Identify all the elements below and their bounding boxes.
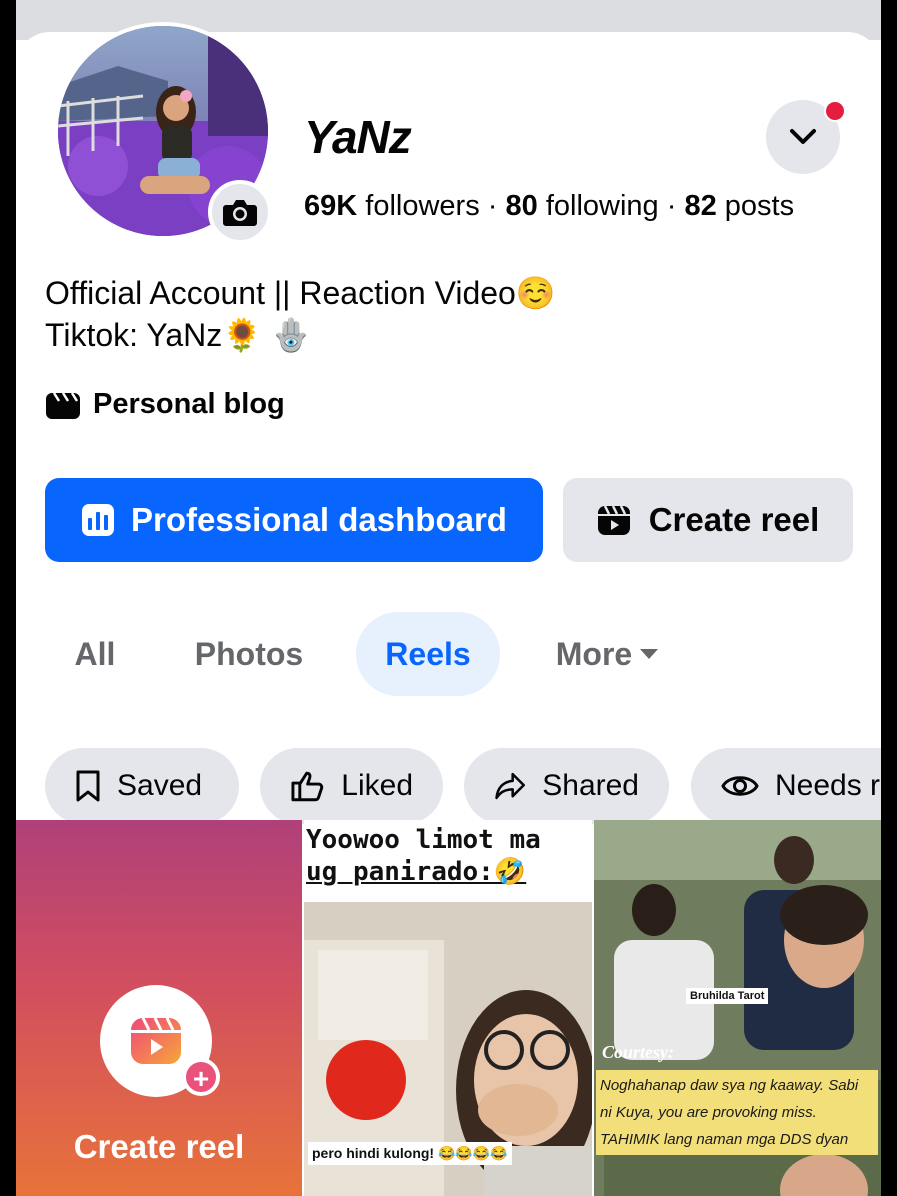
create-reel-tile[interactable]: + Create reel <box>16 820 302 1196</box>
tab-label: More <box>555 635 633 672</box>
filter-label: Shared <box>542 769 639 802</box>
reel-caption-line-1: Yoowoo limot ma <box>306 825 541 855</box>
create-reel-label: Create reel <box>648 501 820 538</box>
following-count[interactable]: 80 <box>506 190 538 222</box>
followers-count[interactable]: 69K <box>304 190 357 222</box>
reel-icon <box>597 505 630 535</box>
filter-label: Needs r <box>775 769 881 802</box>
reel-caption: Yoowoo limot ma ug panirado:🤣 <box>304 820 592 902</box>
reel-watermark-tag: Bruhilda Tarot <box>686 988 769 1004</box>
posts-label: posts <box>724 190 795 222</box>
share-icon <box>495 772 525 800</box>
filter-label: Liked <box>341 769 413 802</box>
profile-stats: 69K followers · 80 following · 82 posts <box>304 190 794 223</box>
create-reel-button[interactable]: Create reel <box>563 478 853 562</box>
thumbs-up-icon <box>291 771 324 802</box>
stats-separator: · <box>666 190 677 222</box>
plus-icon: + <box>182 1058 220 1096</box>
professional-dashboard-button[interactable]: Professional dashboard <box>45 478 543 562</box>
filter-saved[interactable]: Saved <box>45 748 239 824</box>
tab-label: All <box>74 635 116 672</box>
profile-bio: Official Account || Reaction Video☺️ Tik… <box>45 272 556 356</box>
stats-separator: · <box>487 190 498 222</box>
following-label[interactable]: following <box>546 190 659 222</box>
tab-reels[interactable]: Reels <box>356 612 500 696</box>
profile-screen: YaNz 69K followers · 80 following · 82 p… <box>16 0 881 1196</box>
reel-caption-line-2: ug panirado:🤣 <box>306 857 527 887</box>
tab-label: Reels <box>385 635 471 672</box>
posts-count: 82 <box>684 190 717 222</box>
professional-dashboard-label: Professional dashboard <box>131 501 507 538</box>
tab-all[interactable]: All <box>58 612 132 696</box>
filter-shared[interactable]: Shared <box>464 748 669 824</box>
bio-line-1: Official Account || Reaction Video☺️ <box>45 275 556 311</box>
reel-subtitle: pero hindi kulong! 😂😂😂😂 <box>308 1142 512 1165</box>
tab-label: Photos <box>194 635 304 672</box>
clapperboard-icon <box>46 391 80 419</box>
change-photo-button[interactable] <box>208 180 272 244</box>
profile-category: Personal blog <box>45 388 285 421</box>
chevron-down-icon <box>790 129 816 144</box>
tab-more[interactable]: More <box>546 612 670 696</box>
reel-courtesy: Courtesy: <box>602 1042 674 1062</box>
bookmark-icon <box>76 770 100 802</box>
caret-down-icon <box>640 649 659 659</box>
filter-label: Saved <box>117 769 203 802</box>
tab-photos[interactable]: Photos <box>184 612 314 696</box>
category-label: Personal blog <box>93 388 285 420</box>
bio-line-2: Tiktok: YaNz🌻 🪬 <box>45 317 311 353</box>
reel-caption: Noghahanap daw sya ng kaaway. Sabi ni Ku… <box>596 1070 878 1155</box>
reel-thumbnail[interactable]: Yoowoo limot ma ug panirado:🤣 pero hindi… <box>304 820 592 1196</box>
eye-icon <box>721 776 759 796</box>
notification-dot <box>824 100 846 122</box>
reel-thumbnail[interactable]: Bruhilda Tarot Courtesy: Noghahanap daw … <box>594 820 881 1196</box>
reels-logo-icon <box>131 1017 181 1064</box>
filter-liked[interactable]: Liked <box>260 748 443 824</box>
profile-name: YaNz <box>304 111 412 163</box>
dashboard-chart-icon <box>82 504 115 536</box>
filter-needs-review[interactable]: Needs r <box>691 748 881 824</box>
followers-label[interactable]: followers <box>365 190 479 222</box>
camera-icon <box>223 200 257 226</box>
create-reel-tile-label: Create reel <box>73 1128 245 1165</box>
